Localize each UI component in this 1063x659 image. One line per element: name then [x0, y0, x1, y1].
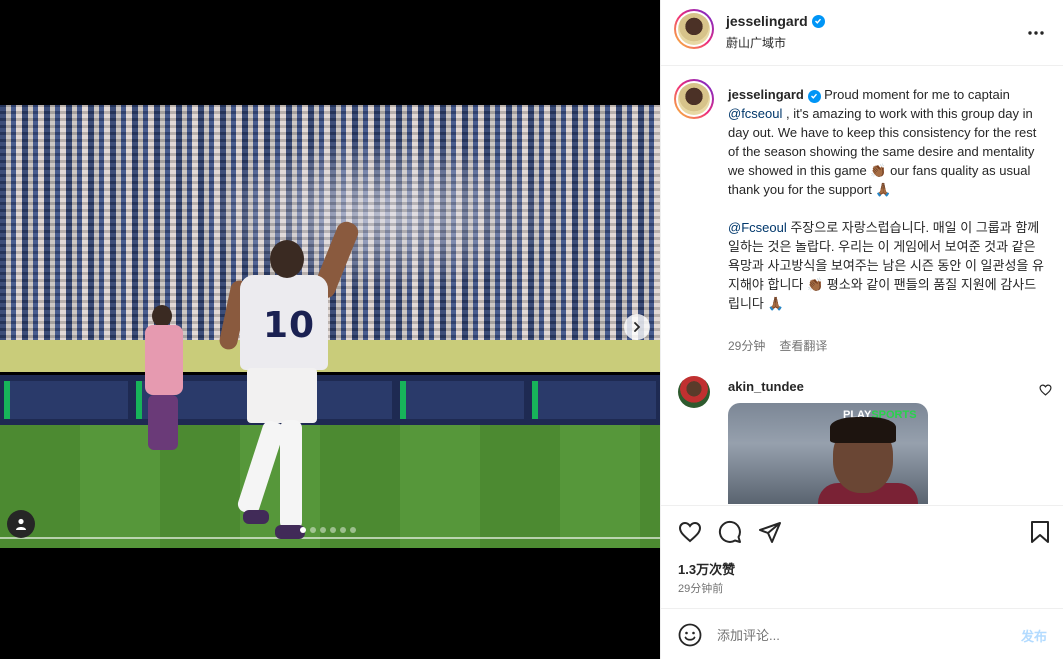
post-side-panel: jesselingard 蔚山广域市 jesselingard Proud mo… [660, 0, 1063, 659]
author-username[interactable]: jesselingard [726, 13, 808, 29]
slide-dot [300, 527, 306, 533]
user-tag-button[interactable] [7, 510, 35, 538]
slide-dot [310, 527, 316, 533]
verified-icon [807, 89, 821, 103]
caption-author-avatar[interactable] [674, 79, 714, 119]
post-header: jesselingard 蔚山广域市 [661, 0, 1063, 66]
reply-avatar[interactable] [678, 376, 710, 408]
save-button[interactable] [1027, 519, 1053, 545]
bookmark-icon [1031, 521, 1049, 543]
heart-icon [678, 521, 702, 543]
jersey-number: 10 [263, 305, 316, 346]
emoji-icon [678, 623, 702, 647]
heart-icon [1039, 384, 1052, 396]
verified-icon [811, 14, 825, 28]
main-player: 10 [217, 218, 362, 539]
caption-time: 29分钟 [728, 339, 766, 353]
caption-meta: 29分钟 查看翻译 [728, 337, 827, 354]
user-tag-icon [16, 518, 26, 530]
comment-icon [718, 520, 741, 543]
slide-dot [340, 527, 346, 533]
post-photo[interactable]: 10 [0, 105, 660, 548]
slide-dot [320, 527, 326, 533]
reply-username[interactable]: akin_tundee [728, 379, 804, 394]
translate-link[interactable]: 查看翻译 [779, 337, 827, 354]
slide-dot [330, 527, 336, 533]
post-comment-button[interactable]: 发布 [1021, 626, 1047, 645]
like-button[interactable] [677, 519, 703, 545]
post-caption: jesselingard Proud moment for me to capt… [728, 85, 1046, 313]
more-icon [1028, 31, 1044, 35]
opponent-player [140, 305, 185, 455]
slide-indicator [300, 527, 356, 533]
share-button[interactable] [757, 519, 783, 545]
comment-button[interactable] [717, 519, 743, 545]
reply-gif[interactable]: PLAYSPORTS [728, 403, 928, 504]
author-name-row[interactable]: jesselingard [726, 13, 825, 29]
reply-like-button[interactable] [1039, 383, 1052, 399]
post-location[interactable]: 蔚山广域市 [726, 34, 786, 51]
caption-mention[interactable]: @fcseoul [728, 106, 782, 121]
slide-dot [350, 527, 356, 533]
like-count[interactable]: 1.3万次赞 [678, 559, 735, 578]
more-options-button[interactable] [1027, 20, 1045, 41]
caption-username[interactable]: jesselingard [728, 87, 804, 102]
next-slide-button[interactable] [624, 314, 650, 340]
caption-text-en: Proud moment for me to captain [820, 87, 1010, 102]
post-media-panel: 10 [0, 0, 660, 659]
comment-bar: 发布 [661, 608, 1063, 659]
share-icon [759, 522, 781, 543]
comment-input[interactable] [717, 625, 997, 645]
caption-mention-2[interactable]: @Fcseoul [728, 220, 787, 235]
chevron-right-icon [634, 322, 641, 332]
post-timestamp: 29分钟前 [678, 583, 724, 595]
author-avatar[interactable] [674, 9, 714, 49]
comments-section: jesselingard Proud moment for me to capt… [661, 67, 1063, 504]
post-actions [661, 505, 1063, 555]
emoji-button[interactable] [678, 623, 702, 647]
